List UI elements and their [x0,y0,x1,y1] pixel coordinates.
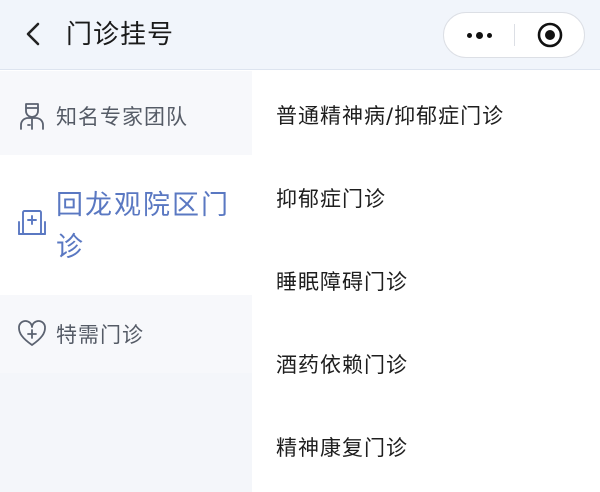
sidebar-item-label: 回龙观院区门诊 [56,190,230,263]
mini-program-capsule [443,12,585,58]
doctor-icon [20,103,44,130]
list-item[interactable]: 睡眠障碍门诊 [276,257,600,307]
nav-header: 门诊挂号 [0,0,600,70]
page-title: 门诊挂号 [66,20,175,50]
sidebar-item-huilongguan[interactable]: 回龙观院区门诊 [0,155,252,295]
sidebar-item-special[interactable]: 特需门诊 [0,295,252,373]
sidebar-item-experts[interactable]: 知名专家团队 [0,71,252,155]
page: 门诊挂号 知名专家团队 回龙观院区门诊 特需门诊 普通精神病/抑郁症门诊 抑郁症… [0,0,600,492]
sidebar-item-label: 特需门诊 [56,323,144,347]
category-sidebar: 知名专家团队 回龙观院区门诊 特需门诊 [0,71,252,492]
heart-care-icon [18,320,46,346]
more-button[interactable] [444,13,515,57]
department-list: 普通精神病/抑郁症门诊 抑郁症门诊 睡眠障碍门诊 酒药依赖门诊 精神康复门诊 [252,71,600,492]
list-item[interactable]: 普通精神病/抑郁症门诊 [276,91,600,141]
list-item[interactable]: 抑郁症门诊 [276,174,600,224]
list-item[interactable]: 精神康复门诊 [276,423,600,473]
sidebar-item-label: 知名专家团队 [56,105,188,129]
target-circle-icon [537,22,563,48]
list-item[interactable]: 酒药依赖门诊 [276,340,600,390]
hospital-building-icon [18,210,46,235]
close-mini-program-button[interactable] [515,13,585,57]
more-dots-icon [465,31,494,39]
back-button[interactable] [14,14,54,54]
chevron-left-icon [26,22,40,46]
